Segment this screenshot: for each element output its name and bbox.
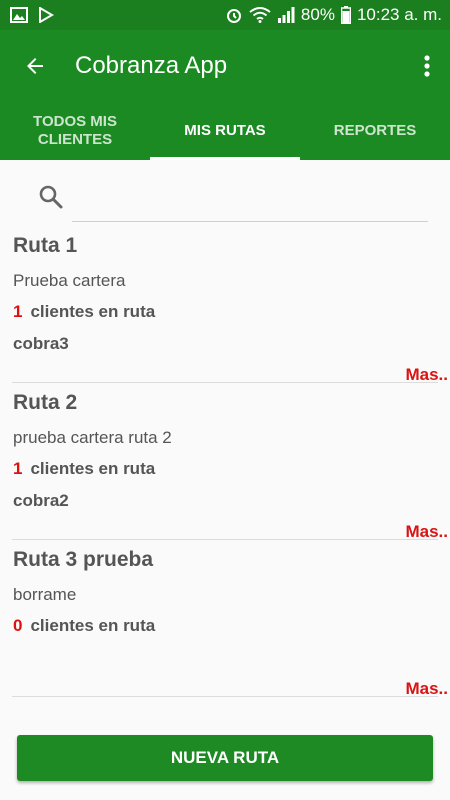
- app-bar: Cobranza App: [0, 30, 450, 102]
- client-count-label: clientes en ruta: [30, 616, 156, 635]
- route-description: prueba cartera ruta 2: [13, 428, 172, 447]
- route-name: Ruta 3 prueba: [13, 548, 154, 571]
- back-button[interactable]: [0, 30, 70, 102]
- overflow-menu-button[interactable]: [404, 30, 450, 102]
- client-count-number: 0: [13, 616, 23, 635]
- notification-icons: [10, 7, 54, 23]
- new-route-button[interactable]: NUEVA RUTA: [17, 735, 433, 781]
- client-count-number: 1: [13, 302, 23, 321]
- clock: 10:23 a. m.: [356, 5, 442, 24]
- route-description: Prueba cartera: [13, 271, 126, 290]
- play-store-icon: [38, 7, 54, 23]
- more-vert-icon: [424, 55, 430, 77]
- client-count-label: clientes en ruta: [30, 459, 156, 478]
- route-collector: cobra2: [13, 491, 69, 510]
- search-bar: [0, 160, 450, 222]
- route-client-count: 1 clientes en ruta: [13, 302, 155, 322]
- route-name: Ruta 1: [13, 234, 78, 257]
- route-description: borrame: [13, 585, 77, 604]
- route-client-count: 0 clientes en ruta: [13, 616, 155, 636]
- client-count-label: clientes en ruta: [30, 302, 156, 321]
- more-link[interactable]: Mas..: [405, 365, 448, 385]
- status-bar: 80% 10:23 a. m.: [0, 0, 450, 30]
- tab-bar: TODOS MIS CLIENTES MIS RUTAS REPORTES: [0, 102, 450, 160]
- route-name: Ruta 2: [13, 391, 78, 414]
- search-input[interactable]: [72, 180, 428, 222]
- route-item[interactable]: Ruta 3 prueba borrame 0 clientes en ruta …: [12, 540, 448, 698]
- more-link[interactable]: Mas..: [405, 679, 448, 699]
- tab-reportes[interactable]: REPORTES: [300, 102, 450, 160]
- battery-percent: 80%: [300, 5, 335, 24]
- image-notification-icon: [10, 7, 28, 23]
- more-link[interactable]: Mas..: [405, 522, 448, 542]
- search-icon: [38, 184, 64, 215]
- app-title: Cobranza App: [75, 52, 228, 79]
- route-item[interactable]: Ruta 2 prueba cartera ruta 2 1 clientes e…: [12, 383, 448, 541]
- signal-icon: [277, 7, 295, 23]
- battery-icon: [340, 6, 351, 24]
- route-client-count: 1 clientes en ruta: [13, 459, 155, 479]
- arrow-back-icon: [27, 58, 43, 74]
- wifi-icon: [249, 7, 271, 23]
- client-count-number: 1: [13, 459, 23, 478]
- alarm-icon: [225, 6, 243, 24]
- route-item[interactable]: Ruta 1 Prueba cartera 1 clientes en ruta …: [12, 226, 448, 384]
- tab-todos-mis-clientes[interactable]: TODOS MIS CLIENTES: [0, 102, 150, 160]
- route-collector: cobra3: [13, 334, 69, 353]
- route-list: Ruta 1 Prueba cartera 1 clientes en ruta …: [0, 226, 450, 698]
- system-status: 80% 10:23 a. m.: [225, 5, 442, 25]
- tab-mis-rutas[interactable]: MIS RUTAS: [150, 102, 300, 160]
